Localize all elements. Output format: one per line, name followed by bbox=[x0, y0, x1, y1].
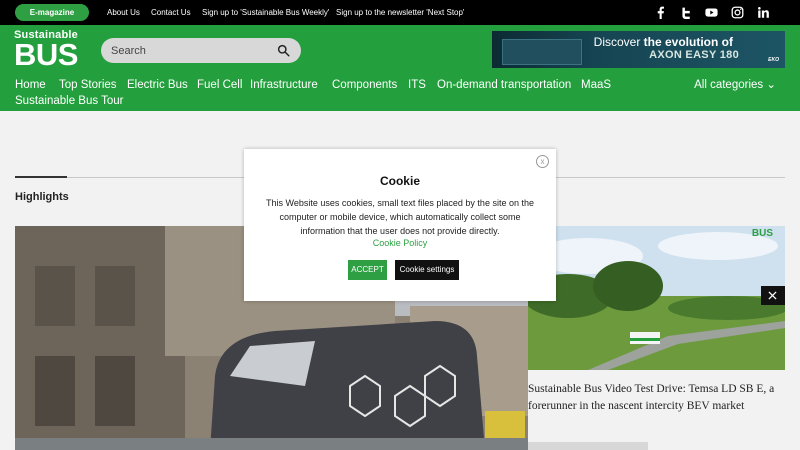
facebook-icon[interactable] bbox=[654, 6, 667, 19]
banner-subline: AXON EASY 180 bbox=[649, 49, 739, 61]
linkedin-icon[interactable] bbox=[757, 6, 770, 19]
contact-us-link[interactable]: Contact Us bbox=[151, 8, 191, 18]
nav-fuel-cell[interactable]: Fuel Cell bbox=[197, 79, 242, 92]
close-ad-button[interactable] bbox=[761, 286, 785, 305]
about-us-link[interactable]: About Us bbox=[107, 8, 140, 18]
chevron-down-icon: ⌄ bbox=[766, 79, 776, 91]
bus-tag: BUS bbox=[751, 228, 773, 239]
article-title[interactable]: Sustainable Bus Video Test Drive: Temsa … bbox=[528, 381, 785, 415]
twitter-icon[interactable] bbox=[680, 6, 693, 19]
nav-maas[interactable]: MaaS bbox=[581, 79, 611, 92]
ad-banner[interactable]: Discover the evolution of AXON EASY 180 … bbox=[492, 31, 785, 68]
cookie-settings-button[interactable]: Cookie settings bbox=[395, 260, 459, 280]
banner-bus-image bbox=[502, 39, 582, 65]
search-input[interactable] bbox=[111, 42, 271, 59]
all-categories-label: All categories bbox=[694, 79, 764, 91]
accept-cookies-button[interactable]: ACCEPT bbox=[348, 260, 387, 280]
emagazine-button[interactable]: E-magazine bbox=[15, 4, 89, 21]
site-logo[interactable]: Sustainable BUS bbox=[14, 30, 80, 72]
cookie-dialog: x Cookie This Website uses cookies, smal… bbox=[244, 149, 556, 301]
top-bar: E-magazine About Us Contact Us Sign up t… bbox=[0, 0, 800, 25]
section-divider-accent bbox=[15, 176, 67, 178]
site-header: Sustainable BUS Discover the evolution o… bbox=[0, 25, 800, 111]
nav-sustainable-bus-tour[interactable]: Sustainable Bus Tour bbox=[15, 95, 123, 108]
nav-components[interactable]: Components bbox=[332, 79, 397, 92]
banner-headline: Discover the evolution of bbox=[593, 35, 733, 49]
cookie-policy-link[interactable]: Cookie Policy bbox=[244, 238, 556, 248]
nav-infrastructure[interactable]: Infrastructure bbox=[250, 79, 318, 92]
cookie-title: Cookie bbox=[379, 174, 420, 188]
logo-line-2: BUS bbox=[14, 37, 78, 72]
nav-electric-bus[interactable]: Electric Bus bbox=[127, 79, 188, 92]
cookie-text: This Website uses cookies, small text fi… bbox=[266, 198, 534, 236]
search-icon[interactable] bbox=[277, 44, 290, 57]
banner-brand: EKO bbox=[768, 57, 779, 63]
nav-its[interactable]: ITS bbox=[408, 79, 426, 92]
youtube-icon[interactable] bbox=[705, 6, 718, 19]
instagram-icon[interactable] bbox=[731, 6, 744, 19]
highlights-heading: Highlights bbox=[15, 191, 69, 203]
close-icon bbox=[768, 291, 777, 300]
nav-on-demand[interactable]: On-demand transportation bbox=[437, 79, 571, 92]
nav-top-stories[interactable]: Top Stories bbox=[59, 79, 117, 92]
nav-home[interactable]: Home bbox=[15, 79, 46, 92]
article-thumbnail-image[interactable]: BUS bbox=[528, 226, 785, 370]
newsletter-signup-link[interactable]: Sign up to the newsletter 'Next Stop' bbox=[336, 8, 464, 18]
search-box bbox=[101, 38, 301, 63]
weekly-signup-link[interactable]: Sign up to 'Sustainable Bus Weekly' bbox=[202, 8, 329, 18]
close-icon[interactable]: x bbox=[536, 155, 549, 168]
all-categories-dropdown[interactable]: All categories ⌄ bbox=[694, 79, 776, 92]
article-meta bbox=[528, 442, 648, 450]
